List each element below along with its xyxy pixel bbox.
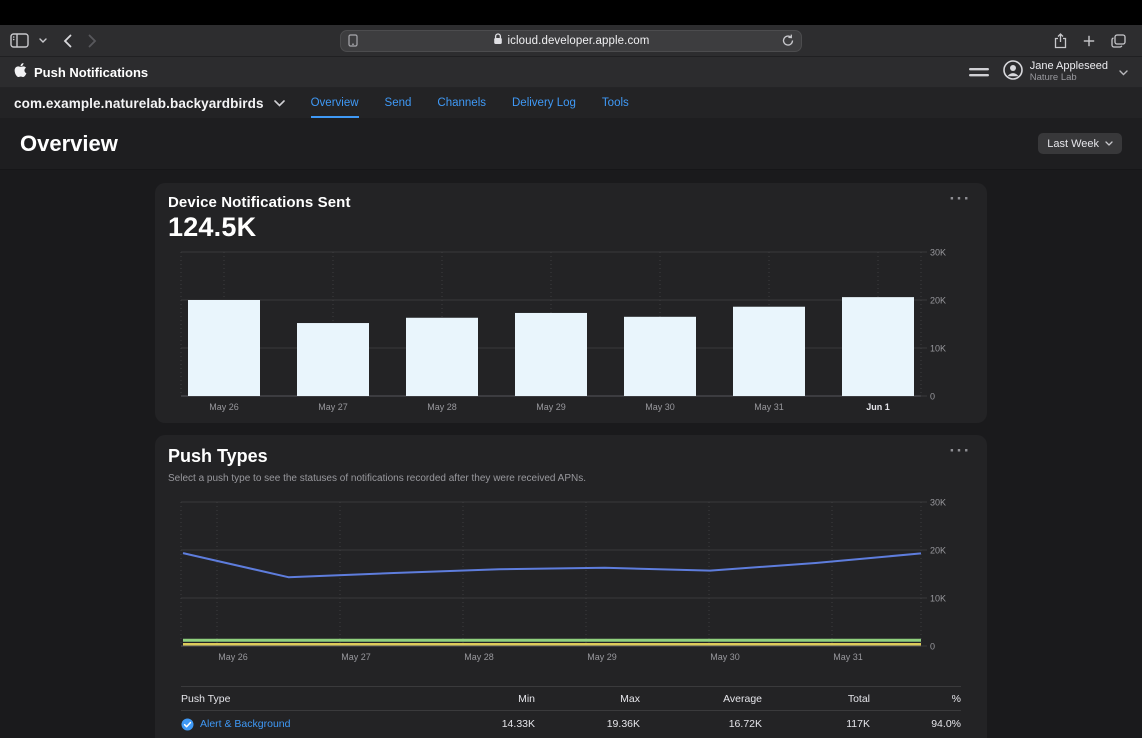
svg-text:0: 0 — [930, 392, 935, 402]
table-row: Alert & Background 14.33K 19.36K 16.72K … — [181, 711, 961, 737]
cell-average: 16.72K — [640, 718, 762, 730]
series-line[interactable] — [183, 553, 921, 577]
svg-text:May 29: May 29 — [536, 402, 566, 412]
col-average: Average — [640, 693, 762, 705]
bar-chart[interactable]: 30K 20K 10K 0 May 26 May 27 May 28 May 29 May 30… — [168, 246, 974, 423]
bar[interactable] — [188, 300, 260, 396]
main-content: ··· Device Notifications Sent 124.5K 30K… — [0, 170, 1142, 738]
line-chart-svg: 30K 20K 10K 0 May 26 May 27 May 28 May 29 May 30… — [168, 496, 974, 668]
svg-text:May 30: May 30 — [645, 402, 675, 412]
user-org: Nature Lab — [1030, 73, 1108, 84]
bar[interactable] — [624, 317, 696, 396]
col-max: Max — [535, 693, 640, 705]
device-notifications-card: ··· Device Notifications Sent 124.5K 30K… — [155, 183, 987, 423]
col-percent: % — [870, 693, 961, 705]
card-more-icon[interactable]: ··· — [950, 437, 971, 464]
tab-tools[interactable]: Tools — [602, 88, 629, 118]
check-circle-icon[interactable] — [181, 718, 194, 731]
page-header: Overview Last Week — [0, 118, 1142, 170]
user-name: Jane Appleseed — [1030, 60, 1108, 73]
card-title: Push Types — [168, 446, 974, 467]
push-types-card: ··· Push Types Select a push type to see… — [155, 435, 987, 738]
date-range-label: Last Week — [1047, 138, 1099, 150]
url-text: icloud.developer.apple.com — [508, 35, 650, 47]
tab-send[interactable]: Send — [385, 88, 412, 118]
website-settings-icon[interactable] — [348, 34, 358, 47]
svg-text:0: 0 — [930, 642, 935, 652]
apple-logo-icon — [14, 62, 27, 83]
lock-icon — [493, 32, 503, 50]
svg-text:May 26: May 26 — [218, 652, 248, 662]
card-subtitle: Select a push type to see the statuses o… — [168, 473, 974, 484]
app-navbar: com.example.naturelab.backyardbirds Over… — [0, 88, 1142, 118]
cell-max: 19.36K — [535, 718, 640, 730]
page-title: Overview — [20, 131, 118, 157]
nav-tabs: Overview Send Channels Delivery Log Tool… — [311, 88, 629, 118]
bar[interactable] — [842, 297, 914, 396]
app-id-chevron-down-icon[interactable] — [274, 100, 285, 107]
card-more-icon[interactable]: ··· — [950, 185, 971, 212]
svg-text:May 27: May 27 — [318, 402, 348, 412]
svg-text:10K: 10K — [930, 344, 946, 354]
col-min: Min — [430, 693, 535, 705]
sidebar-chevron-down-icon[interactable] — [39, 38, 47, 43]
tab-overview-icon[interactable] — [1111, 34, 1126, 48]
tab-overview[interactable]: Overview — [311, 88, 359, 118]
new-tab-icon[interactable] — [1083, 35, 1095, 47]
cell-min: 14.33K — [430, 718, 535, 730]
bar[interactable] — [406, 318, 478, 396]
bar[interactable] — [515, 313, 587, 396]
push-types-table: Push Type Min Max Average Total % Alert … — [181, 686, 961, 737]
menu-icon[interactable] — [969, 68, 989, 77]
notifications-total: 124.5K — [168, 212, 974, 243]
svg-text:May 27: May 27 — [341, 652, 371, 662]
line-chart[interactable]: 30K 20K 10K 0 May 26 May 27 May 28 May 29 May 30… — [168, 496, 974, 673]
user-menu[interactable]: Jane Appleseed Nature Lab — [1003, 60, 1128, 85]
bar-chart-svg: 30K 20K 10K 0 May 26 May 27 May 28 May 29 May 30… — [168, 246, 974, 418]
macos-menubar — [0, 0, 1142, 25]
back-icon[interactable] — [63, 34, 72, 48]
date-range-button[interactable]: Last Week — [1038, 133, 1122, 154]
cell-total: 117K — [762, 718, 870, 730]
bar[interactable] — [733, 307, 805, 396]
svg-text:20K: 20K — [930, 296, 946, 306]
card-title: Device Notifications Sent — [168, 194, 974, 211]
svg-text:10K: 10K — [930, 594, 946, 604]
app-id-selector[interactable]: com.example.naturelab.backyardbirds — [14, 96, 264, 111]
svg-text:May 31: May 31 — [754, 402, 784, 412]
app-header: Push Notifications Jane Appleseed Nature… — [0, 57, 1142, 88]
forward-icon[interactable] — [88, 34, 97, 48]
share-icon[interactable] — [1054, 33, 1067, 49]
svg-text:Jun 1: Jun 1 — [866, 402, 890, 412]
svg-text:May 26: May 26 — [209, 402, 239, 412]
app-title: Push Notifications — [34, 65, 148, 80]
user-chevron-down-icon — [1119, 63, 1128, 81]
table-header-row: Push Type Min Max Average Total % — [181, 686, 961, 711]
col-total: Total — [762, 693, 870, 705]
tab-channels[interactable]: Channels — [437, 88, 486, 118]
svg-text:May 31: May 31 — [833, 652, 863, 662]
svg-text:30K: 30K — [930, 498, 946, 508]
col-push-type: Push Type — [181, 693, 430, 705]
svg-text:30K: 30K — [930, 248, 946, 258]
avatar — [1003, 60, 1023, 85]
svg-text:20K: 20K — [930, 546, 946, 556]
svg-text:May 28: May 28 — [427, 402, 457, 412]
tab-delivery-log[interactable]: Delivery Log — [512, 88, 576, 118]
address-bar[interactable]: icloud.developer.apple.com — [340, 30, 802, 52]
safari-toolbar: icloud.developer.apple.com — [0, 25, 1142, 57]
reload-icon[interactable] — [782, 34, 794, 47]
sidebar-icon[interactable] — [10, 33, 29, 48]
cell-percent: 94.0% — [870, 718, 961, 730]
svg-text:May 30: May 30 — [710, 652, 740, 662]
svg-text:May 29: May 29 — [587, 652, 617, 662]
bar[interactable] — [297, 323, 369, 396]
push-type-link[interactable]: Alert & Background — [200, 718, 290, 730]
svg-text:May 28: May 28 — [464, 652, 494, 662]
